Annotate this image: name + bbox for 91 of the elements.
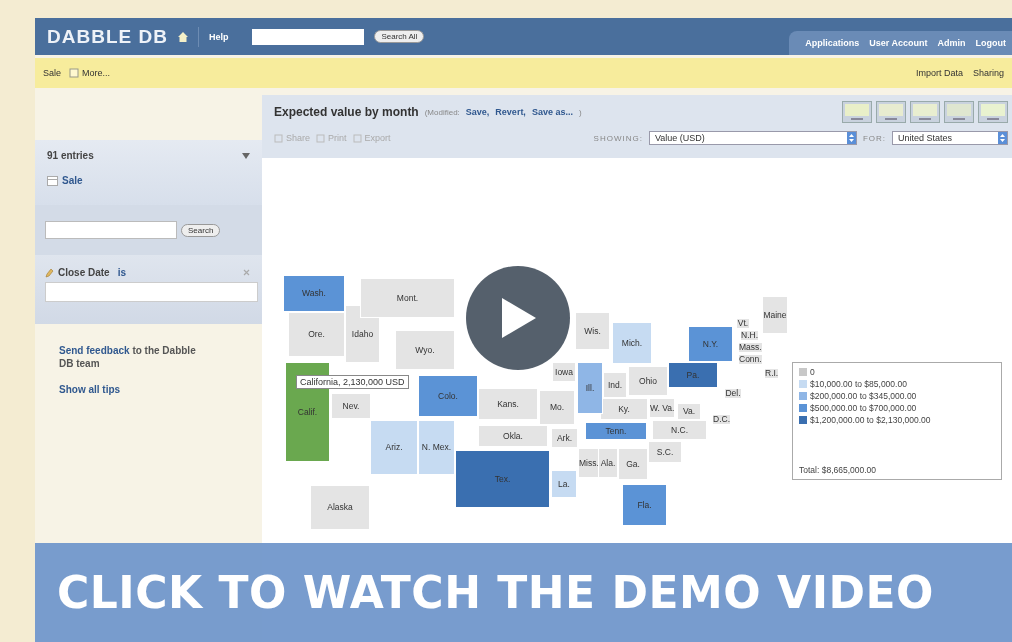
view-thumbnail-icon[interactable]: [910, 101, 940, 123]
search-all-button[interactable]: Search All: [374, 30, 425, 43]
map-state[interactable]: Wis.: [575, 312, 610, 350]
map-state[interactable]: S.C.: [648, 441, 682, 463]
view-thumbnail-icon[interactable]: [978, 101, 1008, 123]
feedback-text: Send feedback to the Dabble DB team: [59, 344, 197, 370]
map-state[interactable]: N. Mex.: [418, 420, 455, 475]
legend-label: $200,000.00 to $345,000.00: [810, 391, 917, 401]
page-icon: [69, 68, 79, 78]
map-state[interactable]: Ore.: [288, 312, 345, 357]
map-state[interactable]: Conn.: [738, 354, 763, 365]
map-state[interactable]: R.I.: [764, 368, 780, 379]
showing-label: SHOWING:: [593, 133, 643, 143]
home-icon[interactable]: [177, 31, 188, 42]
sale-link[interactable]: Sale: [43, 68, 61, 78]
map-state[interactable]: Wash.: [283, 275, 345, 312]
map-state[interactable]: Iowa: [552, 362, 576, 382]
report-title: Expected value by month: [274, 105, 419, 119]
map-state[interactable]: Maine: [762, 296, 788, 334]
table-icon: [47, 175, 58, 186]
map-state[interactable]: Alaska: [310, 485, 370, 530]
feedback-link[interactable]: Send feedback: [59, 345, 130, 356]
map-state[interactable]: W. Va.: [649, 398, 676, 418]
map-state[interactable]: Ark.: [551, 428, 578, 448]
search-field[interactable]: [45, 221, 177, 239]
map-state[interactable]: Mont.: [360, 278, 455, 318]
view-thumbnail-icon[interactable]: [944, 101, 974, 123]
nav-link[interactable]: Admin: [937, 38, 966, 48]
showing-select[interactable]: Value (USD): [648, 131, 857, 145]
map-tooltip: California, 2,130,000 USD: [296, 375, 409, 389]
report-action-link[interactable]: Save as...: [531, 107, 573, 117]
map-state[interactable]: La.: [551, 470, 577, 498]
nav-link[interactable]: Applications: [805, 38, 860, 48]
app-logo[interactable]: DABBLE DB: [47, 25, 168, 48]
map-state[interactable]: N.C.: [652, 420, 707, 440]
legend-label: $10,000.00 to $85,000.00: [810, 379, 907, 389]
filter-field-label: Close Date: [58, 267, 110, 278]
modified-label: (Modified:: [424, 107, 460, 117]
dropdown-arrow-icon[interactable]: [242, 152, 250, 159]
map-state[interactable]: Mo.: [539, 390, 575, 425]
view-thumbnail-icon[interactable]: [842, 101, 872, 123]
for-select[interactable]: United States: [892, 131, 1008, 145]
map-state[interactable]: N.Y.: [688, 326, 733, 362]
map-state[interactable]: Vt.: [736, 318, 750, 329]
map-state[interactable]: Tenn.: [585, 422, 647, 440]
map-state[interactable]: N.H.: [740, 330, 759, 341]
help-link[interactable]: Help: [208, 31, 229, 42]
search-field[interactable]: [252, 28, 365, 45]
nav-link[interactable]: Logout: [975, 38, 1006, 48]
stepper-arrows-icon[interactable]: [998, 132, 1007, 144]
filter-value-field[interactable]: [45, 282, 258, 302]
sale-view-link[interactable]: Sale: [62, 175, 83, 186]
pencil-icon: [45, 267, 54, 278]
view-thumbnail-icon[interactable]: [876, 101, 906, 123]
map-state[interactable]: Ill.: [577, 362, 603, 414]
report-action-link[interactable]: Save,: [465, 107, 490, 117]
toolbar-link[interactable]: Import Data: [915, 68, 963, 78]
map-state[interactable]: D.C.: [712, 414, 731, 425]
legend-label: $500,000.00 to $700,000.00: [810, 403, 917, 413]
map-state[interactable]: Va.: [677, 403, 701, 420]
show-tips-link[interactable]: Show all tips: [59, 384, 262, 395]
map-state[interactable]: Miss.: [578, 448, 600, 478]
entries-count: 91 entries: [47, 150, 94, 161]
map-state[interactable]: Del.: [724, 388, 742, 399]
map-state[interactable]: Ga.: [618, 448, 648, 480]
nav-link[interactable]: User Account: [869, 38, 928, 48]
legend-total: Total: $8,665,000.00: [799, 465, 878, 475]
closing-paren: ): [578, 107, 582, 117]
map-state[interactable]: Nev.: [331, 393, 371, 419]
map-state[interactable]: Ind.: [603, 372, 627, 398]
map-state[interactable]: Ariz.: [370, 420, 418, 475]
stepper-arrows-icon[interactable]: [846, 132, 856, 144]
map-state[interactable]: Kans.: [478, 388, 538, 420]
report-action-link[interactable]: Revert,: [495, 107, 526, 117]
toolbar-link[interactable]: Sharing: [972, 68, 1004, 78]
map-state[interactable]: Wyo.: [395, 330, 455, 370]
search-button[interactable]: Search: [181, 223, 221, 237]
legend-label: $1,200,000.00 to $2,130,000.00: [810, 415, 931, 425]
map-state[interactable]: Mass.: [738, 342, 763, 353]
for-label: FOR:: [862, 133, 886, 143]
filter-operator-link[interactable]: is: [117, 267, 127, 278]
legend-label: 0: [810, 367, 815, 377]
map-state[interactable]: Fla.: [622, 484, 667, 526]
map-state[interactable]: Ala.: [598, 448, 618, 478]
map-state[interactable]: Ky.: [600, 398, 648, 420]
map-state[interactable]: Colo.: [418, 375, 478, 417]
map-state[interactable]: Mich.: [612, 322, 652, 364]
map-state[interactable]: Ohio: [628, 366, 668, 396]
map-state[interactable]: Okla.: [478, 425, 548, 447]
close-icon[interactable]: [243, 269, 250, 276]
more-link[interactable]: More...: [82, 68, 111, 78]
